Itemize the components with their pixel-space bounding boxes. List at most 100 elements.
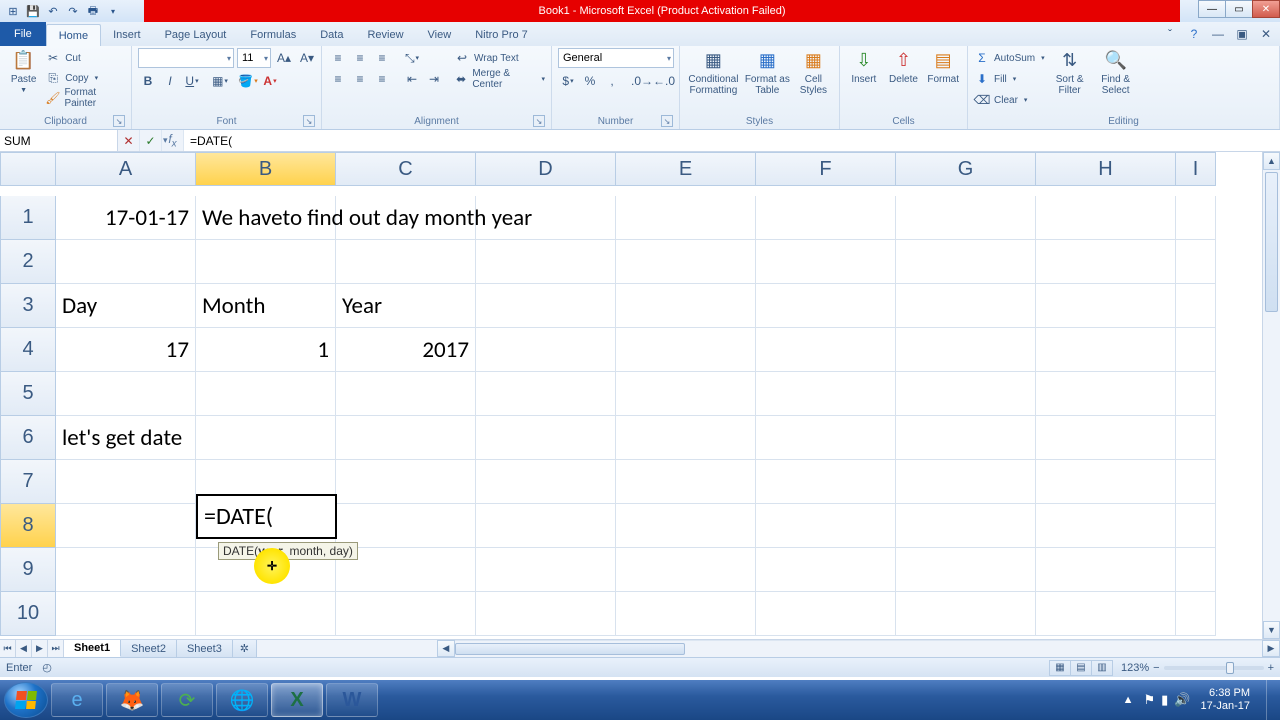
cell-G1[interactable]	[896, 196, 1036, 240]
print-icon[interactable]: 🖶	[84, 2, 102, 20]
row-header-10[interactable]: 10	[0, 592, 56, 636]
shrink-font-icon[interactable]: A▾	[297, 48, 317, 68]
merge-center-button[interactable]: ⬌Merge & Center▾	[454, 69, 545, 89]
increase-decimal-icon[interactable]: .0→	[632, 71, 652, 91]
number-format-combo[interactable]: General	[558, 48, 674, 68]
col-header-F[interactable]: F	[756, 152, 896, 186]
autosum-button[interactable]: ΣAutoSum▾	[974, 48, 1045, 68]
zoom-knob[interactable]	[1226, 662, 1234, 674]
horizontal-scrollbar[interactable]: ◀ ▶	[437, 640, 1280, 657]
minimize-ribbon-icon[interactable]: ˇ	[1162, 26, 1178, 42]
cell-A4[interactable]: 17	[56, 328, 196, 372]
row-header-1[interactable]: 1	[0, 196, 56, 240]
alignment-launcher[interactable]: ↘	[533, 115, 545, 127]
row-header-6[interactable]: 6	[0, 416, 56, 460]
font-size-combo[interactable]: 11	[237, 48, 271, 68]
undo-icon[interactable]: ↶	[44, 2, 62, 20]
taskbar-excel[interactable]: X	[271, 683, 323, 717]
percent-icon[interactable]: %	[580, 71, 600, 91]
normal-view-icon[interactable]: ▦	[1049, 660, 1071, 676]
format-cells-button[interactable]: ▤Format	[925, 48, 961, 85]
page-layout-view-icon[interactable]: ▤	[1070, 660, 1092, 676]
bold-button[interactable]: B	[138, 71, 158, 91]
active-cell-editor[interactable]: =DATE(	[200, 500, 277, 533]
cell-A1[interactable]: 17-01-17	[56, 196, 196, 240]
enter-icon[interactable]: ✓	[140, 130, 162, 151]
cell-C4[interactable]: 2017	[336, 328, 476, 372]
tray-expand-icon[interactable]: ▲	[1123, 694, 1134, 706]
row-header-9[interactable]: 9	[0, 548, 56, 592]
row-header-4[interactable]: 4	[0, 328, 56, 372]
tab-formulas[interactable]: Formulas	[238, 24, 308, 46]
sheet-nav-last-icon[interactable]: ⏭	[48, 640, 64, 657]
formula-input[interactable]	[184, 130, 1280, 151]
clipboard-launcher[interactable]: ↘	[113, 115, 125, 127]
taskbar-firefox[interactable]: 🦊	[106, 683, 158, 717]
cell-C3[interactable]: Year	[336, 284, 476, 328]
sheet-nav-first-icon[interactable]: ⏮	[0, 640, 16, 657]
zoom-level[interactable]: 123%	[1121, 662, 1149, 674]
align-bottom-icon[interactable]: ≡	[372, 48, 392, 68]
row-header-2[interactable]: 2	[0, 240, 56, 284]
sheet-tab-3[interactable]: Sheet3	[177, 640, 233, 657]
tab-data[interactable]: Data	[308, 24, 355, 46]
vscroll-thumb[interactable]	[1265, 172, 1278, 312]
sort-filter-button[interactable]: ⇅Sort & Filter	[1049, 48, 1091, 96]
close-button[interactable]: ✕	[1252, 0, 1280, 18]
ribbon-restore-icon[interactable]: ▣	[1234, 26, 1250, 42]
col-header-B[interactable]: B	[196, 152, 336, 186]
comma-icon[interactable]: ,	[602, 71, 622, 91]
col-header-E[interactable]: E	[616, 152, 756, 186]
delete-cells-button[interactable]: ⇧Delete	[886, 48, 922, 85]
col-header-I[interactable]: I	[1176, 152, 1216, 186]
cell-I1[interactable]	[1176, 196, 1216, 240]
grow-font-icon[interactable]: A▴	[274, 48, 294, 68]
row-header-7[interactable]: 7	[0, 460, 56, 504]
indent-inc-icon[interactable]: ⇥	[424, 69, 444, 89]
scroll-down-icon[interactable]: ▼	[1263, 621, 1280, 639]
indent-dec-icon[interactable]: ⇤	[402, 69, 422, 89]
spreadsheet-area[interactable]: A B C D E F G H I 1 17-01-17 We haveto f…	[0, 152, 1280, 639]
tab-page-layout[interactable]: Page Layout	[153, 24, 239, 46]
volume-icon[interactable]: 🔊	[1174, 692, 1190, 708]
macro-record-icon[interactable]: ◴	[42, 661, 52, 674]
tab-review[interactable]: Review	[355, 24, 415, 46]
cell-B1[interactable]: We haveto find out day month year	[196, 196, 336, 240]
maximize-button[interactable]: ▭	[1225, 0, 1253, 18]
tab-nitro[interactable]: Nitro Pro 7	[463, 24, 540, 46]
save-icon[interactable]: 💾	[24, 2, 42, 20]
cell-E1[interactable]	[616, 196, 756, 240]
cell-A3[interactable]: Day	[56, 284, 196, 328]
start-button[interactable]	[4, 682, 48, 718]
action-center-icon[interactable]: ⚑	[1143, 692, 1155, 708]
font-launcher[interactable]: ↘	[303, 115, 315, 127]
tab-view[interactable]: View	[416, 24, 464, 46]
zoom-out-icon[interactable]: −	[1153, 662, 1159, 674]
col-header-G[interactable]: G	[896, 152, 1036, 186]
zoom-in-icon[interactable]: +	[1268, 662, 1274, 674]
vertical-scrollbar[interactable]: ▲ ▼	[1262, 152, 1280, 639]
fill-color-button[interactable]: 🪣	[238, 71, 258, 91]
ribbon-min-icon[interactable]: —	[1210, 26, 1226, 42]
cancel-icon[interactable]: ✕	[118, 130, 140, 151]
taskbar-chrome[interactable]: 🌐	[216, 683, 268, 717]
format-as-table-button[interactable]: ▦Format as Table	[745, 48, 790, 96]
paste-button[interactable]: 📋 Paste ▼	[6, 48, 41, 94]
sheet-nav-prev-icon[interactable]: ◀	[16, 640, 32, 657]
cell-A6[interactable]: let's get date	[56, 416, 196, 460]
cut-button[interactable]: ✂Cut	[45, 48, 125, 68]
scroll-left-icon[interactable]: ◀	[437, 640, 455, 657]
clock[interactable]: 6:38 PM 17-Jan-17	[1200, 687, 1250, 712]
format-painter-button[interactable]: 🖌Format Painter	[45, 88, 125, 108]
row-header-8[interactable]: 8	[0, 504, 56, 548]
qat-customize-icon[interactable]: ▾	[104, 2, 122, 20]
tab-insert[interactable]: Insert	[101, 24, 153, 46]
orientation-icon[interactable]: ⤡	[402, 48, 422, 68]
network-icon[interactable]: ▮	[1161, 692, 1168, 708]
underline-button[interactable]: U	[182, 71, 202, 91]
scroll-up-icon[interactable]: ▲	[1263, 152, 1280, 170]
italic-button[interactable]: I	[160, 71, 180, 91]
find-select-button[interactable]: 🔍Find & Select	[1095, 48, 1137, 96]
tab-home[interactable]: Home	[46, 24, 101, 46]
insert-cells-button[interactable]: ⇩Insert	[846, 48, 882, 85]
